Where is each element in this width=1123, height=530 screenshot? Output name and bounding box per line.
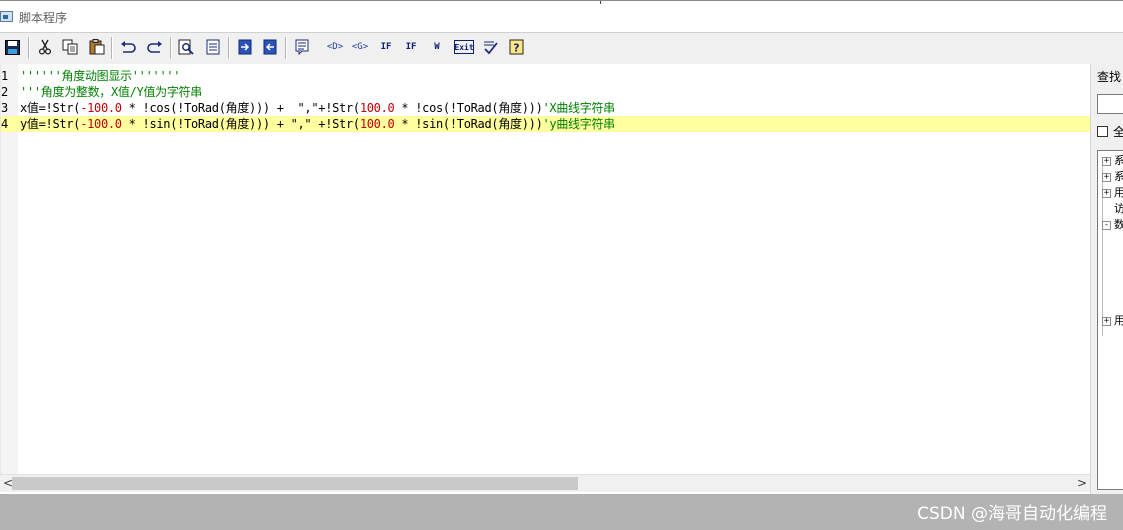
comment-icon[interactable] bbox=[294, 38, 311, 56]
toolbar-separator bbox=[228, 37, 230, 59]
replace-icon[interactable] bbox=[204, 38, 221, 56]
scroll-thumb[interactable] bbox=[12, 477, 578, 490]
tree-node[interactable] bbox=[1102, 233, 1123, 249]
watermark: CSDN @海哥自动化编程 bbox=[917, 504, 1107, 524]
tree-node[interactable] bbox=[1102, 281, 1123, 297]
save-icon[interactable] bbox=[4, 38, 21, 56]
expand-icon[interactable]: + bbox=[1102, 189, 1111, 198]
title-divider-tick bbox=[600, 1, 601, 4]
tree-node-label: 用 bbox=[1114, 313, 1123, 329]
app-icon bbox=[0, 11, 13, 22]
code-token: * !sin(!ToRad(角度))) + "," +!Str( bbox=[121, 117, 360, 131]
undo-icon[interactable] bbox=[119, 38, 136, 56]
toolbar-separator bbox=[111, 37, 113, 59]
toolbar-separator bbox=[28, 37, 30, 59]
tree-node-label: 数 bbox=[1114, 217, 1123, 233]
line-number: 4 bbox=[1, 117, 9, 131]
code-number: 100.0 bbox=[359, 101, 395, 115]
code-editor[interactable]: 1 ''''''角度动图显示''''''' 2 '''角度为整数，X值/Y值为字符串 3… bbox=[0, 64, 1091, 474]
if-else-button[interactable]: IF bbox=[402, 38, 420, 56]
toolbar-separator bbox=[170, 37, 172, 59]
tree-node[interactable]: +用 bbox=[1102, 185, 1123, 201]
line-number: 1 bbox=[1, 69, 9, 83]
expand-icon[interactable]: + bbox=[1102, 317, 1111, 326]
check-syntax-icon[interactable] bbox=[481, 38, 498, 56]
code-text: ''''''角度动图显示''''''' bbox=[20, 68, 181, 84]
code-number: -100.0 bbox=[80, 101, 122, 115]
insert-d-button[interactable]: <D> bbox=[324, 38, 346, 56]
horizontal-scrollbar[interactable]: < > bbox=[0, 474, 1090, 492]
code-text: '''角度为整数，X值/Y值为字符串 bbox=[20, 84, 202, 100]
code-comment: ''''''角度动图显示''''''' bbox=[20, 69, 181, 83]
code-token: * !cos(!ToRad(角度))) + ","+!Str( bbox=[121, 101, 360, 115]
tree-node-label: 系 bbox=[1114, 169, 1123, 185]
find-input[interactable] bbox=[1097, 94, 1123, 114]
code-token: x值=!Str( bbox=[20, 101, 81, 115]
tree-node[interactable]: +系 bbox=[1102, 153, 1123, 169]
expand-icon[interactable]: + bbox=[1102, 157, 1111, 166]
code-token: * !cos(!ToRad(角度))) bbox=[394, 101, 543, 115]
insert-g-button[interactable]: <G> bbox=[349, 38, 371, 56]
code-token: y值=!Str( bbox=[20, 117, 81, 131]
scroll-right-button[interactable]: > bbox=[1074, 475, 1090, 492]
status-strip: CSDN @海哥自动化编程 bbox=[0, 494, 1123, 530]
tree-node-label: 系 bbox=[1114, 153, 1123, 169]
match-all-label: 全 bbox=[1113, 125, 1123, 139]
right-panel: 查找 全 +系+系+用访-数+用 bbox=[1090, 64, 1123, 494]
window-title: 脚本程序 bbox=[19, 11, 68, 25]
code-line[interactable]: 4 y值=!Str(-100.0 * !sin(!ToRad(角度))) + ",… bbox=[1, 116, 1091, 132]
exit-button[interactable]: Exit bbox=[454, 40, 474, 54]
code-number: -100.0 bbox=[80, 117, 122, 131]
tree-node[interactable]: +系 bbox=[1102, 169, 1123, 185]
cut-icon[interactable] bbox=[36, 38, 53, 56]
code-line[interactable]: 2 '''角度为整数，X值/Y值为字符串 bbox=[1, 84, 1091, 100]
collapse-icon[interactable]: - bbox=[1102, 221, 1111, 230]
code-text: x值=!Str(-100.0 * !cos(!ToRad(角度))) + ","… bbox=[20, 100, 615, 116]
tree-node[interactable] bbox=[1102, 265, 1123, 281]
match-all-checkbox[interactable] bbox=[1097, 126, 1108, 137]
code-comment: 'X曲线字符串 bbox=[542, 101, 616, 115]
toolbar-separator bbox=[285, 37, 287, 59]
code-line[interactable]: 1 ''''''角度动图显示''''''' bbox=[1, 68, 1091, 84]
code-token: * !sin(!ToRad(角度))) bbox=[394, 117, 543, 131]
help-icon[interactable]: ? bbox=[508, 38, 525, 56]
outdent-icon[interactable] bbox=[261, 38, 278, 56]
function-tree[interactable]: +系+系+用访-数+用 bbox=[1097, 150, 1123, 490]
code-comment: 'y曲线字符串 bbox=[542, 117, 616, 131]
code-text: y值=!Str(-100.0 * !sin(!ToRad(角度))) + ","… bbox=[20, 116, 615, 132]
copy-icon[interactable] bbox=[61, 38, 78, 56]
tree-node[interactable]: -数 bbox=[1102, 217, 1123, 233]
tree-node[interactable]: 访 bbox=[1102, 201, 1123, 217]
expand-icon[interactable]: + bbox=[1102, 173, 1111, 182]
toolbar: <D> <G> IF IF W Exit ? bbox=[0, 32, 1123, 65]
find-icon[interactable] bbox=[177, 38, 194, 56]
indent-icon[interactable] bbox=[236, 38, 253, 56]
code-comment: '''角度为整数，X值/Y值为字符串 bbox=[20, 85, 202, 99]
redo-icon[interactable] bbox=[146, 38, 163, 56]
code-number: 100.0 bbox=[359, 117, 395, 131]
if-block-button[interactable]: IF bbox=[377, 38, 395, 56]
tree-node-label: 访 bbox=[1114, 201, 1123, 217]
paste-icon[interactable] bbox=[88, 38, 105, 56]
tree-node-label: 用 bbox=[1114, 185, 1123, 201]
title-bar: 脚本程序 bbox=[0, 0, 1123, 33]
svg-text:?: ? bbox=[513, 42, 519, 55]
line-number: 2 bbox=[1, 85, 9, 99]
line-number: 3 bbox=[1, 101, 9, 115]
find-label: 查找 bbox=[1097, 70, 1122, 84]
code-line[interactable]: 3 x值=!Str(-100.0 * !cos(!ToRad(角度))) + ",… bbox=[1, 100, 1091, 116]
tree-node[interactable] bbox=[1102, 249, 1123, 265]
while-button[interactable]: W bbox=[428, 38, 446, 56]
tree-node[interactable]: +用 bbox=[1102, 313, 1123, 329]
tree-node[interactable] bbox=[1102, 297, 1123, 313]
